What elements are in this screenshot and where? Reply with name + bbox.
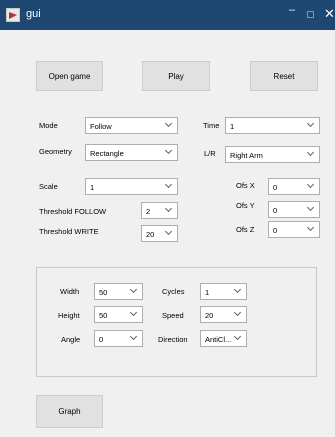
ofs-x-value: 0	[273, 183, 278, 192]
chevron-down-icon	[128, 331, 142, 346]
mode-dropdown[interactable]: Follow	[85, 117, 178, 134]
reset-button[interactable]: Reset	[250, 61, 318, 91]
ofs-z-dropdown[interactable]: 0	[268, 221, 320, 238]
scale-value: 1	[90, 183, 95, 192]
geometry-value: Rectangle	[90, 149, 124, 158]
width-value: 50	[99, 288, 108, 297]
chevron-down-icon	[128, 284, 142, 299]
geometry-label: Geometry	[39, 147, 72, 156]
scale-dropdown[interactable]: 1	[85, 178, 178, 195]
angle-dropdown[interactable]: 0	[94, 330, 143, 347]
play-button[interactable]: Play	[142, 61, 210, 91]
lr-value: Right Arm	[230, 151, 263, 160]
cycles-dropdown[interactable]: 1	[200, 283, 247, 300]
ofs-y-value: 0	[273, 206, 278, 215]
height-dropdown[interactable]: 50	[94, 306, 143, 323]
angle-label: Angle	[61, 335, 81, 344]
mode-value: Follow	[90, 122, 112, 131]
height-value: 50	[99, 311, 108, 320]
threshold-write-label: Threshold WRITE	[39, 227, 99, 236]
window-title: gui	[26, 8, 41, 20]
threshold-follow-label: Threshold FOLLOW	[39, 207, 107, 216]
graph-button[interactable]: Graph	[36, 395, 103, 428]
title-bar: gui – ✕	[0, 0, 335, 30]
direction-label: Direction	[158, 335, 188, 344]
lr-dropdown[interactable]: Right Arm	[225, 146, 320, 163]
speed-value: 20	[205, 311, 214, 320]
geometry-dropdown[interactable]: Rectangle	[85, 144, 178, 161]
ofs-y-dropdown[interactable]: 0	[268, 201, 320, 218]
chevron-down-icon	[305, 222, 319, 237]
chevron-down-icon	[232, 284, 246, 299]
chevron-down-icon	[305, 147, 319, 162]
direction-value: AntiCl...	[205, 335, 232, 344]
ofs-x-dropdown[interactable]: 0	[268, 178, 320, 195]
maximize-button[interactable]	[307, 11, 314, 18]
threshold-follow-dropdown[interactable]: 2	[141, 202, 178, 219]
ofs-x-label: Ofs X	[236, 181, 255, 190]
chevron-down-icon	[305, 179, 319, 194]
direction-dropdown[interactable]: AntiCl...	[200, 330, 247, 347]
open-game-button[interactable]: Open game	[36, 61, 103, 91]
chevron-down-icon	[232, 307, 246, 322]
chevron-down-icon	[163, 118, 177, 133]
width-dropdown[interactable]: 50	[94, 283, 143, 300]
chevron-down-icon	[163, 226, 177, 241]
chevron-down-icon	[232, 331, 246, 346]
scale-label: Scale	[39, 182, 58, 191]
chevron-down-icon	[163, 179, 177, 194]
chevron-down-icon	[128, 307, 142, 322]
time-value: 1	[230, 122, 235, 131]
close-button[interactable]: ✕	[324, 6, 335, 22]
time-dropdown[interactable]: 1	[225, 117, 320, 134]
cycles-value: 1	[205, 288, 210, 297]
speed-label: Speed	[162, 311, 184, 320]
speed-dropdown[interactable]: 20	[200, 306, 247, 323]
app-icon	[6, 8, 20, 22]
threshold-write-dropdown[interactable]: 20	[141, 225, 178, 242]
chevron-down-icon	[305, 202, 319, 217]
ofs-z-value: 0	[273, 226, 278, 235]
threshold-write-value: 20	[146, 230, 155, 239]
chevron-down-icon	[305, 118, 319, 133]
time-label: Time	[203, 121, 220, 130]
shape-parameters-panel	[36, 267, 317, 377]
lr-label: L/R	[204, 149, 216, 158]
ofs-z-label: Ofs Z	[236, 225, 255, 234]
height-label: Height	[58, 311, 80, 320]
ofs-y-label: Ofs Y	[236, 201, 255, 210]
mode-label: Mode	[39, 121, 58, 130]
threshold-follow-value: 2	[146, 207, 151, 216]
minimize-button[interactable]: –	[289, 4, 295, 16]
width-label: Width	[60, 287, 80, 296]
chevron-down-icon	[163, 203, 177, 218]
angle-value: 0	[99, 335, 104, 344]
cycles-label: Cycles	[162, 287, 185, 296]
chevron-down-icon	[163, 145, 177, 160]
